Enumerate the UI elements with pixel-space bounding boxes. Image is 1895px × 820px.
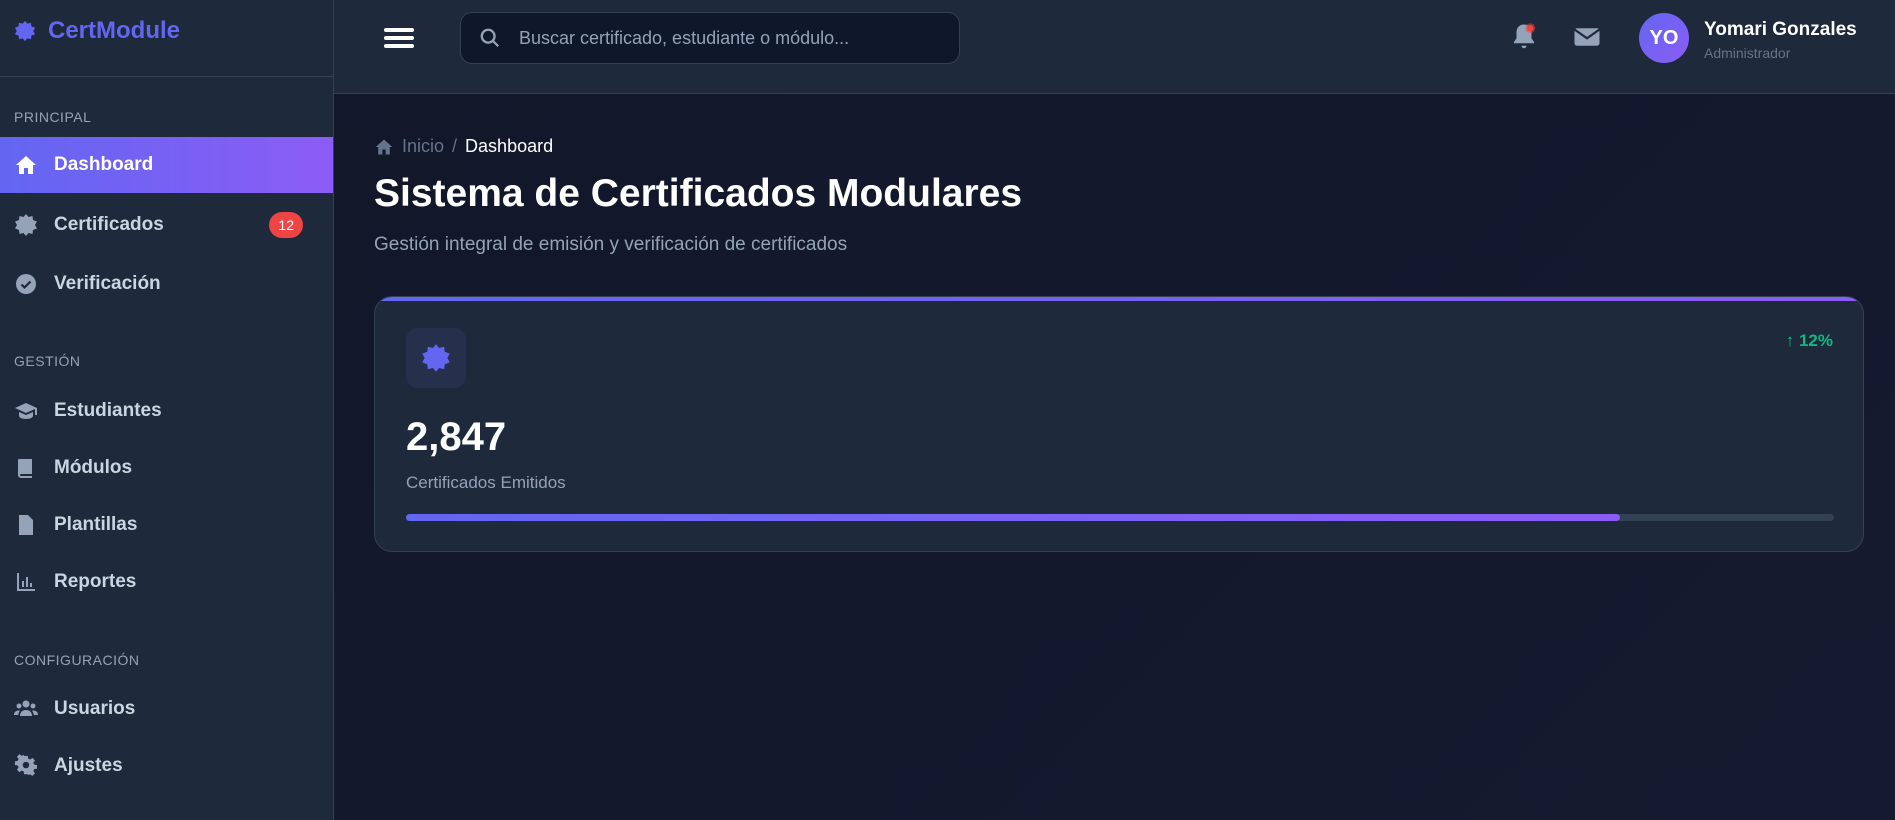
book-icon	[18, 459, 32, 478]
avatar[interactable]: YO	[1639, 13, 1689, 63]
stat-card-certificados: ↑ 12% 2,847 Certificados Emitidos	[374, 296, 1864, 552]
stat-icon-box	[406, 328, 466, 388]
sidebar: CertModule PRINCIPAL Dashboard Certifica…	[0, 0, 334, 820]
trend-indicator: ↑ 12%	[1785, 331, 1833, 350]
sidebar-item-label: Verificación	[54, 273, 161, 294]
sidebar-item-label: Dashboard	[54, 154, 154, 175]
logo[interactable]: CertModule	[0, 0, 333, 77]
breadcrumb-home-link[interactable]: Inicio	[402, 136, 444, 157]
sidebar-item-label: Reportes	[54, 571, 137, 592]
stat-label: Certificados Emitidos	[406, 473, 566, 492]
section-label-gestion: GESTIÓN	[14, 353, 81, 369]
sidebar-item-label: Plantillas	[54, 514, 138, 535]
app-name: CertModule	[48, 17, 180, 44]
file-icon	[19, 515, 33, 535]
section-label-configuracion: CONFIGURACIÓN	[14, 652, 140, 668]
sidebar-item-certificados[interactable]: Certificados 12	[0, 197, 333, 253]
stat-value: 2,847	[406, 415, 507, 459]
sidebar-item-usuarios[interactable]: Usuarios	[0, 681, 333, 737]
sidebar-item-estudiantes[interactable]: Estudiantes	[0, 383, 333, 439]
progress-fill	[406, 514, 1620, 521]
sidebar-item-plantillas[interactable]: Plantillas	[0, 497, 333, 553]
home-icon	[16, 156, 36, 174]
search-box	[460, 12, 960, 64]
certificate-badge-icon	[422, 344, 450, 372]
top-header: YO Yomari Gonzales Administrador	[334, 0, 1895, 94]
sidebar-item-label: Módulos	[54, 457, 133, 478]
sidebar-item-ajustes[interactable]: Ajustes	[0, 738, 333, 794]
breadcrumb: Inicio / Dashboard	[374, 136, 553, 157]
home-icon	[375, 139, 393, 154]
sidebar-item-label: Estudiantes	[54, 400, 162, 421]
sidebar-item-modulos[interactable]: Módulos	[0, 440, 333, 496]
mail-icon[interactable]	[1572, 22, 1602, 52]
menu-toggle-button[interactable]	[384, 24, 414, 54]
bell-icon[interactable]	[1509, 22, 1539, 52]
graduation-cap-icon	[15, 403, 37, 419]
breadcrumb-separator: /	[452, 136, 458, 156]
search-input[interactable]	[519, 27, 939, 49]
progress-bar	[406, 514, 1834, 521]
user-name: Yomari Gonzales	[1704, 19, 1857, 40]
sidebar-item-label: Certificados	[54, 214, 164, 235]
user-role: Administrador	[1704, 45, 1791, 61]
gear-icon	[14, 754, 37, 776]
sidebar-item-label: Usuarios	[54, 698, 136, 719]
count-badge: 12	[269, 212, 303, 238]
sidebar-item-verificacion[interactable]: Verificación	[0, 256, 333, 312]
check-circle-icon	[16, 274, 36, 294]
section-label-principal: PRINCIPAL	[14, 109, 92, 125]
users-icon	[14, 700, 38, 716]
page-title: Sistema de Certificados Modulares	[374, 172, 1023, 215]
certificate-badge-icon	[14, 20, 36, 42]
sidebar-item-reportes[interactable]: Reportes	[0, 554, 333, 610]
breadcrumb-current: Dashboard	[465, 136, 554, 156]
sidebar-item-label: Ajustes	[54, 755, 123, 776]
search-icon	[480, 28, 500, 48]
page-subtitle: Gestión integral de emisión y verificaci…	[374, 234, 848, 255]
sidebar-item-dashboard[interactable]: Dashboard	[0, 137, 333, 193]
certificate-badge-icon	[15, 214, 37, 236]
bar-chart-icon	[17, 573, 35, 591]
